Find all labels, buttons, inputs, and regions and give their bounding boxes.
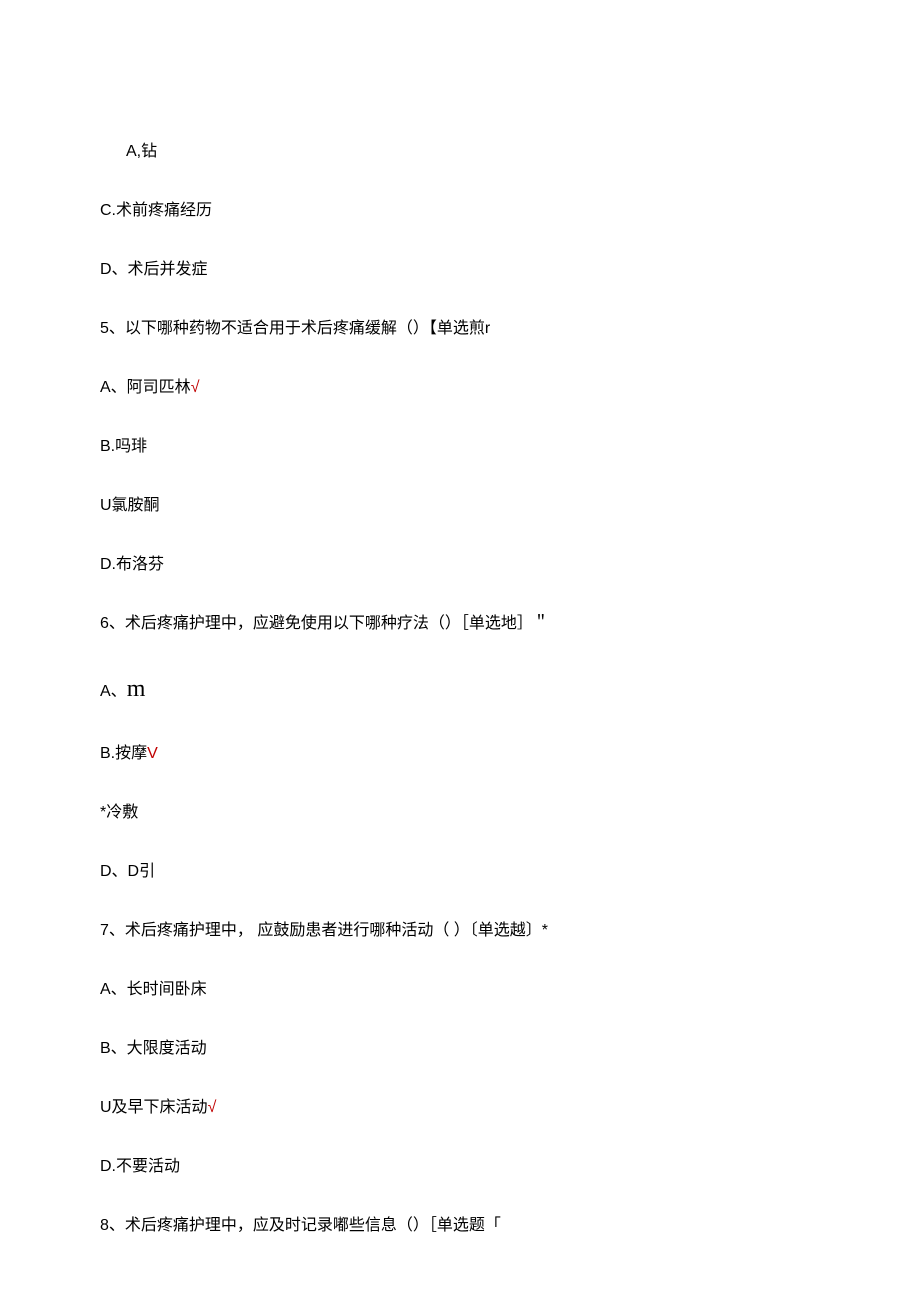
question-8: 8、术后疼痛护理中，应及时记录嘟些信息（）［单选题「 [100, 1214, 820, 1238]
option-text: A,钻 [100, 140, 820, 164]
option-prefix: A、 [100, 683, 127, 700]
option-7c: U及早下床活动√ [100, 1096, 820, 1120]
question-7: 7、术后疼痛护理中， 应鼓励患者进行哪种活动（ ）〔单选越〕* [100, 919, 820, 943]
option-5b: B.吗琲 [100, 435, 820, 459]
question-6: 6、术后疼痛护理中，应避免使用以下哪种疗法（）［单选地］＂ [100, 612, 820, 636]
option-5c: U氯胺酮 [100, 494, 820, 518]
option-6d: D、D引 [100, 860, 820, 884]
check-mark: √ [208, 1099, 217, 1116]
option-text: D、术后并发症 [100, 258, 820, 282]
question-5: 5、以下哪种药物不适合用于术后疼痛缓解（）【单选煎r [100, 317, 820, 341]
option-7d: D.不要活动 [100, 1155, 820, 1179]
option-5d: D.布洛芬 [100, 553, 820, 577]
option-7b: B、大限度活动 [100, 1037, 820, 1061]
check-mark: √ [191, 379, 200, 396]
option-text: C.术前疼痛经历 [100, 199, 820, 223]
check-mark: V [147, 745, 158, 762]
option-7a: A、长时间卧床 [100, 978, 820, 1002]
option-m-char: m [127, 676, 146, 702]
option-text: U及早下床活动 [100, 1099, 208, 1116]
option-6a: A、m [100, 671, 820, 707]
option-text: B.按摩 [100, 745, 147, 762]
option-5a: A、阿司匹林√ [100, 376, 820, 400]
option-6b: B.按摩V [100, 742, 820, 766]
option-text: A、阿司匹林 [100, 379, 191, 396]
option-6c: *冷敷 [100, 801, 820, 825]
